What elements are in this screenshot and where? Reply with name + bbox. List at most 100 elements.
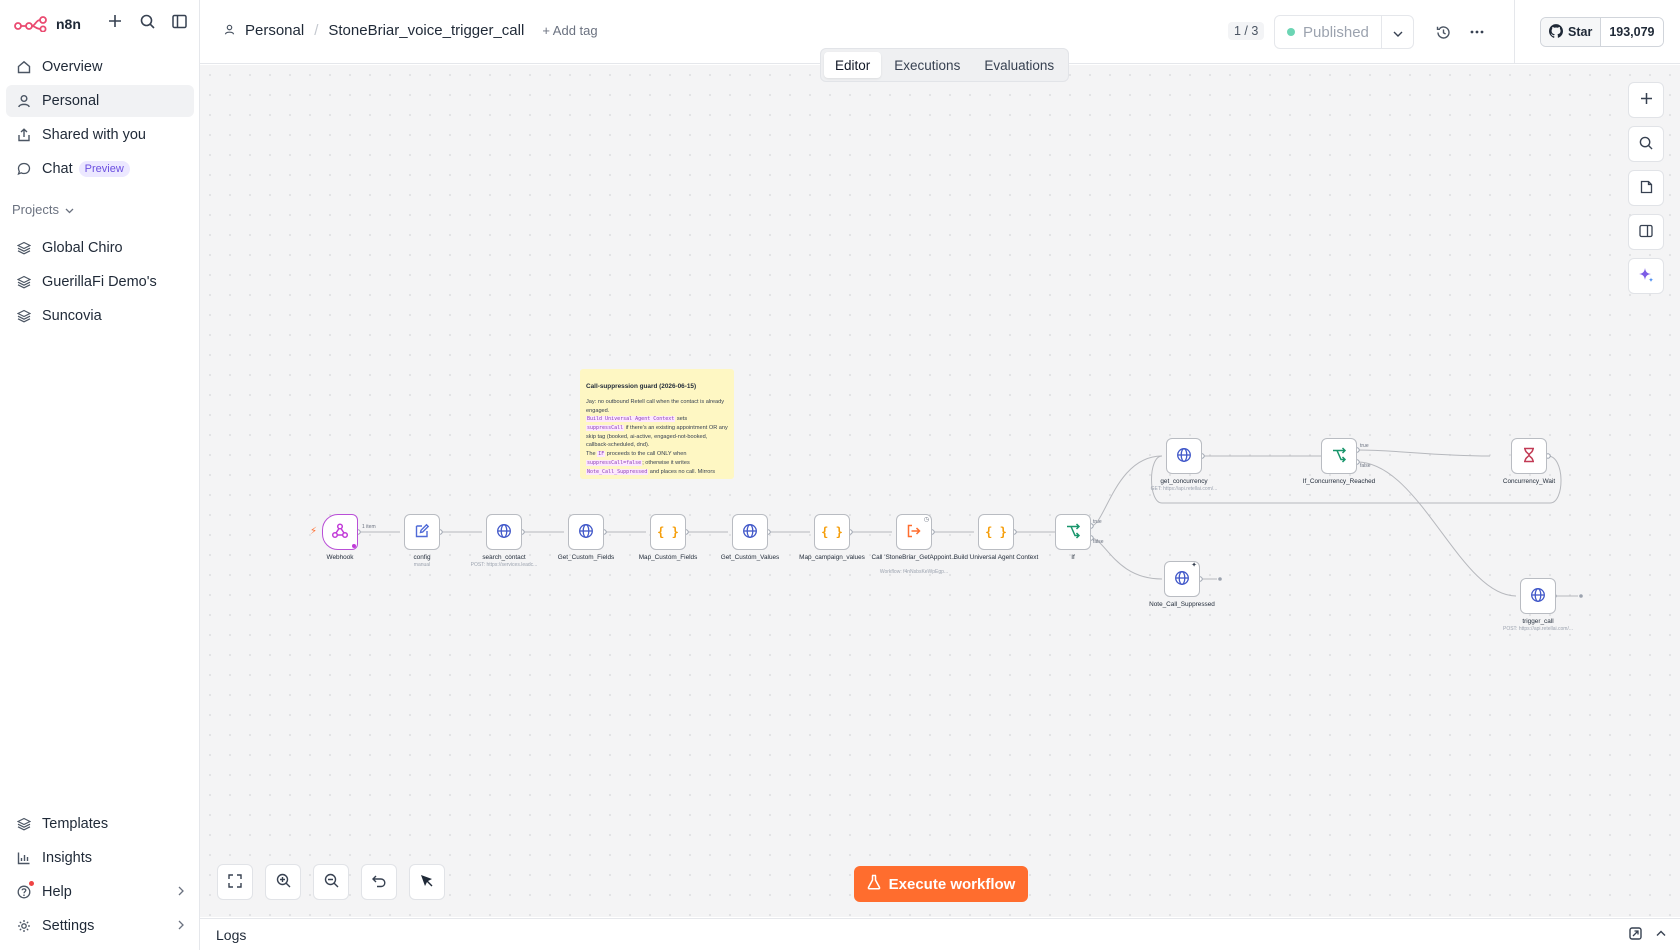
node-if[interactable]	[1055, 514, 1091, 550]
sticky-title: Call-suppression guard (2026-06-15)	[586, 383, 697, 390]
sidebar-item-personal[interactable]: Personal	[6, 85, 194, 117]
node-concurrency-wait[interactable]	[1511, 438, 1547, 474]
add-tag-button[interactable]: + Add tag	[542, 23, 597, 38]
sidebar-item-chat[interactable]: Chat Preview	[6, 153, 194, 185]
node-config[interactable]	[404, 514, 440, 550]
fullscreen-icon	[228, 873, 242, 891]
pin-dot	[352, 544, 356, 548]
layers-icon	[16, 308, 32, 324]
tab-evaluations[interactable]: Evaluations	[973, 52, 1065, 78]
execute-workflow-button[interactable]: Execute workflow	[854, 866, 1028, 902]
project-global-chiro[interactable]: Global Chiro	[6, 232, 194, 264]
chevron-down-icon	[1393, 24, 1403, 40]
published-button[interactable]: Published	[1275, 24, 1381, 41]
node-get-custom-fields[interactable]	[568, 514, 604, 550]
node-subtitle: POST: https://services.leadc...	[470, 562, 538, 568]
n8n-logo[interactable]: n8n	[14, 12, 81, 36]
node-subtitle: Workflow: f4nNsbsKeWpEgp...	[879, 569, 949, 575]
projects-heading[interactable]: Projects	[12, 202, 74, 217]
app-name: n8n	[56, 16, 81, 32]
node-trigger-call[interactable]	[1520, 578, 1556, 614]
branch-icon	[1065, 522, 1081, 542]
tab-editor[interactable]: Editor	[824, 52, 882, 78]
tab-executions[interactable]: Executions	[883, 52, 971, 78]
n8n-logo-icon	[14, 16, 47, 32]
logs-bar[interactable]: Logs	[200, 918, 1680, 950]
sidebar-item-settings[interactable]: Settings	[6, 910, 194, 942]
globe-icon	[496, 523, 512, 542]
sidebar-item-label: Shared with you	[42, 127, 146, 143]
sticky-note[interactable]: Call-suppression guard (2026-06-15) Jay:…	[580, 369, 734, 479]
sticky-text: The	[586, 451, 598, 458]
version-counter: 1 / 3	[1228, 22, 1265, 40]
node-map-campaign-values[interactable]: { }	[814, 514, 850, 550]
sticky-text: proceeds to the call ONLY when	[605, 451, 687, 458]
publish-dropdown-button[interactable]	[1381, 16, 1413, 48]
node-map-custom-fields[interactable]: { }	[650, 514, 686, 550]
breadcrumb-project[interactable]: Personal	[245, 22, 304, 39]
project-suncovia[interactable]: Suncovia	[6, 300, 194, 332]
sticky-text: and places no call. Mirrors	[648, 468, 716, 475]
sparkle-icon: ✦	[1191, 562, 1197, 569]
zoom-out-button[interactable]	[313, 864, 349, 900]
magic-wand-icon	[419, 873, 435, 892]
more-options-icon[interactable]	[1467, 22, 1487, 42]
breadcrumb-separator: /	[314, 22, 319, 39]
sidebar-item-templates[interactable]: Templates	[6, 808, 194, 840]
node-if-concurrency-reached[interactable]	[1321, 438, 1357, 474]
chevron-down-icon	[65, 202, 74, 217]
published-label: Published	[1303, 23, 1369, 41]
edge-label-false: false	[1360, 463, 1371, 469]
node-webhook[interactable]	[322, 514, 358, 550]
node-label: If	[1071, 554, 1075, 561]
undo-button[interactable]	[361, 864, 397, 900]
ai-assistant-button[interactable]	[1628, 258, 1664, 294]
sticky-note-button[interactable]	[1628, 170, 1664, 206]
toggle-panel-button[interactable]	[1628, 214, 1664, 250]
sticky-text: ; otherwise it writes	[642, 459, 690, 466]
user-icon	[224, 22, 235, 39]
node-label: If_Concurrency_Reached	[1302, 478, 1376, 485]
node-call-subworkflow[interactable]: ◷	[896, 514, 932, 550]
search-nodes-button[interactable]	[1628, 126, 1664, 162]
globe-icon	[742, 523, 758, 542]
project-label: GuerillaFi Demo's	[42, 274, 157, 290]
sidebar-item-label: Templates	[42, 816, 109, 832]
node-label: Note_Call_Suppressed	[1149, 601, 1215, 608]
fit-view-button[interactable]	[217, 864, 253, 900]
sidebar-item-shared-with-you[interactable]: Shared with you	[6, 119, 194, 151]
sidebar-item-insights[interactable]: Insights	[6, 842, 194, 874]
node-note-call-suppressed[interactable]: ✦	[1164, 561, 1200, 597]
edge-label-true: true	[1360, 443, 1369, 449]
node-get-custom-values[interactable]	[732, 514, 768, 550]
note-icon	[1640, 180, 1653, 197]
node-get-concurrency[interactable]	[1166, 438, 1202, 474]
sidebar-toggle-icon[interactable]	[170, 12, 188, 30]
zoom-in-button[interactable]	[265, 864, 301, 900]
popout-icon[interactable]	[1629, 927, 1642, 943]
chevron-up-icon[interactable]	[1656, 927, 1666, 943]
github-star-widget[interactable]: Star 193,079	[1540, 17, 1664, 47]
status-dot	[1287, 28, 1295, 36]
breadcrumb: Personal / StoneBriar_voice_trigger_call…	[224, 22, 598, 39]
sidebar-item-overview[interactable]: Overview	[6, 51, 194, 83]
node-search-contact[interactable]	[486, 514, 522, 550]
tidy-up-button[interactable]	[409, 864, 445, 900]
sticky-code: Build Universal Agent Context	[586, 416, 676, 423]
history-icon[interactable]	[1433, 22, 1453, 42]
sidebar-item-help[interactable]: Help	[6, 876, 194, 908]
plus-icon[interactable]	[106, 12, 124, 30]
node-subtitle: GET: https://api.retellai.com/...	[1150, 486, 1218, 492]
project-guerillafi-demos[interactable]: GuerillaFi Demo's	[6, 266, 194, 298]
github-star-count[interactable]: 193,079	[1601, 18, 1663, 46]
search-icon[interactable]	[138, 12, 156, 30]
publish-control[interactable]: Published	[1274, 15, 1414, 49]
node-build-universal-agent-context[interactable]: { }	[978, 514, 1014, 550]
workflow-name[interactable]: StoneBriar_voice_trigger_call	[328, 22, 524, 39]
project-label: Global Chiro	[42, 240, 123, 256]
node-subtitle: POST: https://api.retellai.com/...	[1502, 626, 1574, 632]
add-node-button[interactable]	[1628, 82, 1664, 118]
github-star-button[interactable]: Star	[1541, 18, 1602, 46]
edge-ifconc-true-wait	[1356, 449, 1491, 457]
workflow-canvas[interactable]: 1 item true false true false Call-suppre…	[200, 65, 1680, 917]
